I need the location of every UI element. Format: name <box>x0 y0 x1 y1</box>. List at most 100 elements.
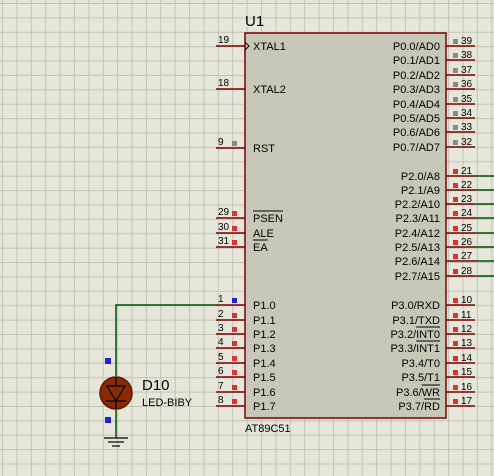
led-cathode-marker <box>105 417 111 423</box>
pin-name: XTAL2 <box>253 84 286 96</box>
pin-name: RST <box>253 143 275 155</box>
pin-number: 7 <box>218 381 224 392</box>
pin-number: 1 <box>218 294 224 305</box>
pin-number: 8 <box>218 395 224 406</box>
pin-marker <box>453 125 458 130</box>
pin-number: 23 <box>461 194 473 205</box>
pin-marker <box>453 385 458 390</box>
pin-marker <box>232 370 237 375</box>
pin-marker <box>453 269 458 274</box>
pin-name: P0.2/AD2 <box>393 70 440 82</box>
pin-number: 26 <box>461 237 473 248</box>
pin-number: 16 <box>461 382 473 393</box>
pin-number: 28 <box>461 266 473 277</box>
pin-marker <box>453 341 458 346</box>
pin-marker <box>232 298 237 303</box>
pin-name: P1.1 <box>253 315 276 327</box>
pin-marker <box>453 53 458 58</box>
led-anode-marker <box>105 358 111 364</box>
pin-number: 22 <box>461 180 473 191</box>
pin-name: P3.2/INT0 <box>390 329 440 341</box>
pin-number: 9 <box>218 137 224 148</box>
pin-number: 39 <box>461 36 473 47</box>
pin-marker <box>453 68 458 73</box>
pin-name: P0.7/AD7 <box>393 142 440 154</box>
pin-marker <box>232 385 237 390</box>
pin-number: 27 <box>461 251 473 262</box>
pin-marker <box>232 327 237 332</box>
pin-number: 31 <box>218 236 230 247</box>
pin-marker <box>453 197 458 202</box>
pin-number: 6 <box>218 366 224 377</box>
pin-number: 15 <box>461 367 473 378</box>
pin-marker <box>453 313 458 318</box>
pin-number: 13 <box>461 338 473 349</box>
pin-number: 2 <box>218 309 224 320</box>
pin-name: P1.4 <box>253 358 276 370</box>
pin-marker <box>453 327 458 332</box>
chip-reference: U1 <box>245 13 264 30</box>
pin-number: 10 <box>461 295 473 306</box>
pin-number: 29 <box>218 207 230 218</box>
pin-number: 30 <box>218 222 230 233</box>
pin-name: P1.7 <box>253 401 276 413</box>
pin-name: P3.0/RXD <box>391 300 440 312</box>
pin-name: XTAL1 <box>253 41 286 53</box>
led-diode-icon[interactable] <box>99 376 133 410</box>
pin-number: 32 <box>461 137 473 148</box>
pin-number: 21 <box>461 166 473 177</box>
pin-name: P2.0/A8 <box>401 171 440 183</box>
pin-name: P3.4/T0 <box>401 358 440 370</box>
pin-number: 24 <box>461 208 473 219</box>
pin-number: 4 <box>218 337 224 348</box>
pin-name: P3.6/WR <box>396 387 440 399</box>
pin-marker <box>232 211 237 216</box>
pin-name: P3.3/INT1 <box>390 343 440 355</box>
pin-marker <box>453 254 458 259</box>
pin-name: P1.3 <box>253 343 276 355</box>
chip-part-name: AT89C51 <box>245 423 291 435</box>
pin-marker <box>232 226 237 231</box>
pin-number: 18 <box>218 78 230 89</box>
pin-name: P3.1/TXD <box>392 315 440 327</box>
pin-name: P2.4/A12 <box>395 228 440 240</box>
wire-p10-to-led[interactable] <box>115 304 216 376</box>
pin-name: P0.5/AD5 <box>393 113 440 125</box>
pin-name: PSEN <box>253 213 283 225</box>
pin-number: 25 <box>461 223 473 234</box>
pin-number: 35 <box>461 94 473 105</box>
pin-name: P2.1/A9 <box>401 185 440 197</box>
pin-number: 38 <box>461 50 473 61</box>
pin-marker <box>453 97 458 102</box>
pin-marker <box>232 313 237 318</box>
pin-name: ALE <box>253 228 274 240</box>
pin-marker <box>232 141 237 146</box>
pin-number: 14 <box>461 353 473 364</box>
led-reference: D10 <box>142 377 170 394</box>
pin-name: P1.5 <box>253 372 276 384</box>
schematic-canvas[interactable]: U1 AT89C51 19XTAL118XTAL29RST29PSEN30ALE… <box>0 0 494 476</box>
pin-number: 33 <box>461 122 473 133</box>
pin-marker <box>453 140 458 145</box>
pin-marker <box>453 399 458 404</box>
pin-marker <box>453 240 458 245</box>
pin-number: 5 <box>218 352 224 363</box>
pin-number: 12 <box>461 324 473 335</box>
pin-number: 3 <box>218 323 224 334</box>
pin-marker <box>453 226 458 231</box>
ground-icon[interactable] <box>104 437 128 447</box>
pin-marker <box>453 356 458 361</box>
pin-marker <box>453 111 458 116</box>
pin-number: 17 <box>461 396 473 407</box>
pin-name: P0.3/AD3 <box>393 84 440 96</box>
pin-marker <box>453 370 458 375</box>
pin-number: 11 <box>461 310 472 321</box>
pin-marker <box>453 211 458 216</box>
pin-name: P0.6/AD6 <box>393 127 440 139</box>
pin-name: EA <box>253 242 268 254</box>
pin-name: P1.2 <box>253 329 276 341</box>
pin-name: P2.5/A13 <box>395 242 440 254</box>
pin-name: P2.6/A14 <box>395 256 440 268</box>
pin-number: 19 <box>218 35 230 46</box>
pin-number: 36 <box>461 79 473 90</box>
